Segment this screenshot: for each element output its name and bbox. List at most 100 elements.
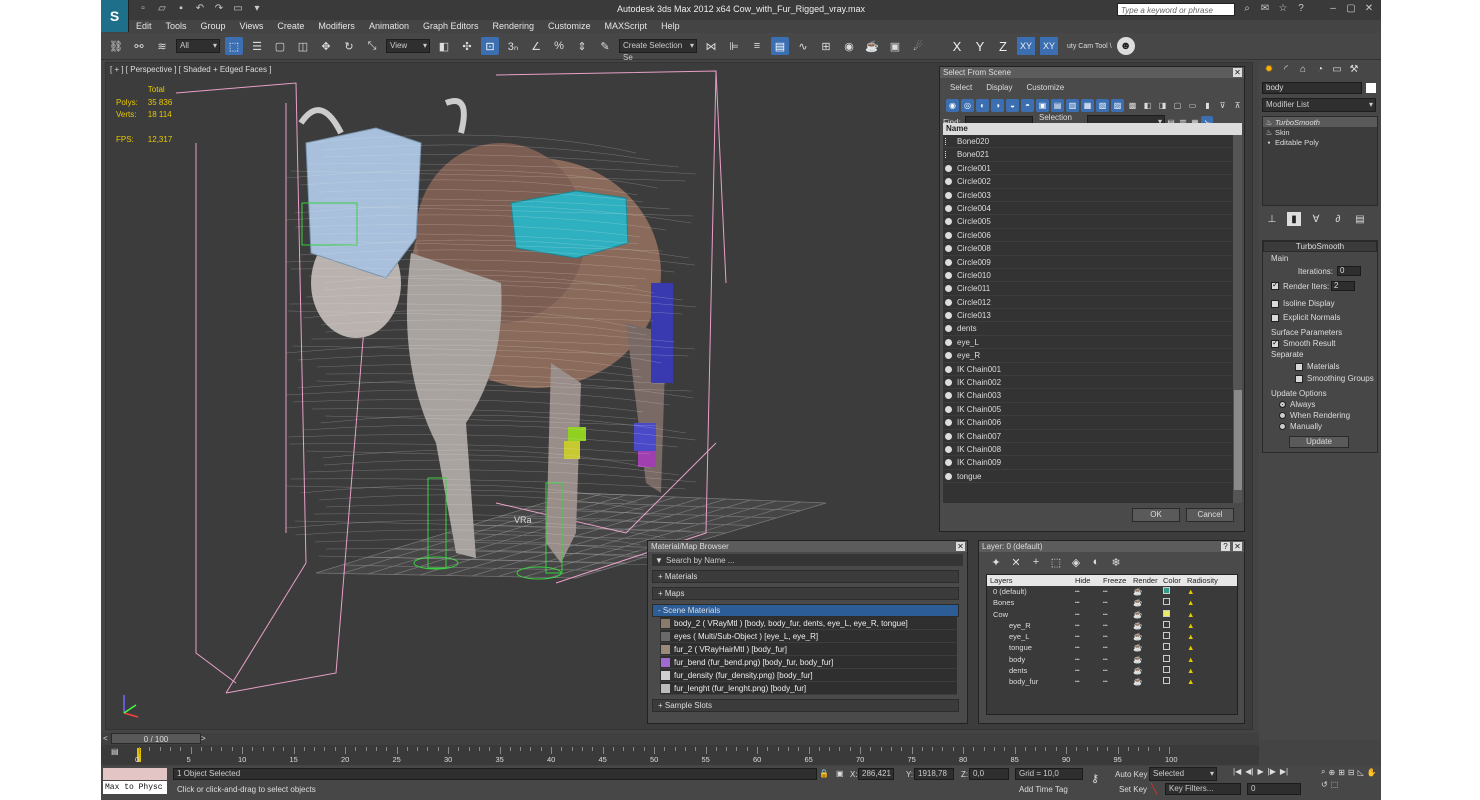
new-file-icon[interactable]: ▫ [137, 3, 149, 15]
scene-list-item[interactable]: tongue [943, 470, 1242, 484]
layer-row[interactable]: dents ┅ ┅ ☕ ▲ [987, 665, 1237, 676]
freeze-toggle[interactable]: ┅ [1103, 642, 1133, 653]
radiosity-icon[interactable]: ▲ [1187, 586, 1223, 597]
radiosity-icon[interactable]: ▲ [1187, 676, 1223, 687]
render-toggle-icon[interactable]: ☕ [1133, 642, 1163, 653]
stack-item-turbosmooth[interactable]: ♨ TurboSmooth [1263, 117, 1377, 127]
scene-list-item[interactable]: IK Chain009 [943, 456, 1242, 470]
create-tab-icon[interactable]: ✹ [1262, 62, 1276, 76]
freeze-all-icon[interactable]: ❄ [1109, 555, 1123, 569]
favorites-icon[interactable]: ☆ [1277, 3, 1289, 15]
scene-material-item[interactable]: fur_2 ( VRayHairMtl ) [body_fur] [660, 643, 957, 656]
add-to-layer-icon[interactable]: + [1029, 555, 1043, 569]
ok-button[interactable]: OK [1132, 508, 1180, 522]
project-folder-icon[interactable]: ▭ [232, 3, 244, 15]
layer-manager-icon[interactable]: ≡ [748, 37, 766, 55]
radiosity-icon[interactable]: ▲ [1187, 620, 1223, 631]
time-slider-thumb[interactable]: 0 / 100 [111, 733, 201, 744]
filter-type-icon[interactable]: ◓ [1021, 98, 1034, 112]
scene-list-item[interactable]: eye_R [943, 349, 1242, 363]
scene-list-item[interactable]: IK Chain001 [943, 363, 1242, 377]
pin-stack-icon[interactable]: ⊥ [1265, 212, 1279, 226]
graphite-ribbon-icon[interactable]: ▤ [771, 37, 789, 55]
filter-type-icon[interactable]: ⊽ [1216, 99, 1229, 112]
scene-list-item[interactable]: Circle009 [943, 256, 1242, 269]
maxscript-listener-pink[interactable] [103, 768, 167, 780]
close-icon[interactable]: ✕ [1233, 68, 1242, 77]
orbit-icon[interactable]: ↺ [1321, 780, 1328, 789]
axis-y-button[interactable]: Y [971, 37, 989, 55]
layer-row[interactable]: Bones ┅ ┅ ☕ ▲ [987, 597, 1237, 608]
layer-color-swatch[interactable] [1163, 587, 1170, 594]
schematic-view-icon[interactable]: ⊞ [817, 37, 835, 55]
menu-graph-editors[interactable]: Graph Editors [416, 21, 486, 31]
select-in-layer-icon[interactable]: ⬚ [1049, 555, 1063, 569]
layer-row[interactable]: Cow ┅ ┅ ☕ ▲ [987, 609, 1237, 620]
stack-item-skin[interactable]: ♨ Skin [1263, 127, 1377, 137]
percent-snap-icon[interactable]: % [550, 37, 568, 55]
filter-type-icon[interactable]: ◑ [991, 98, 1004, 112]
scene-list-item[interactable]: Circle010 [943, 269, 1242, 283]
axis-z-button[interactable]: Z [994, 37, 1012, 55]
sfs-menu-select[interactable]: Select [950, 83, 972, 92]
z-coordinate-field[interactable]: 0,0 [969, 768, 1009, 780]
filter-type-icon[interactable]: ▣ [1036, 98, 1049, 112]
axis-xy-button[interactable]: XY [1017, 37, 1035, 55]
rendered-frame-icon[interactable]: ▣ [886, 37, 904, 55]
material-editor-icon[interactable]: ◉ [840, 37, 858, 55]
minimize-icon[interactable]: – [1327, 3, 1339, 15]
scrollbar-thumb[interactable] [1234, 390, 1242, 490]
render-production-icon[interactable]: ☄ [909, 37, 927, 55]
current-frame-field[interactable]: 0 [1247, 783, 1301, 795]
menu-tools[interactable]: Tools [159, 21, 194, 31]
curve-editor-icon[interactable]: ∿ [794, 37, 812, 55]
menu-create[interactable]: Create [270, 21, 311, 31]
scene-list-item[interactable]: Circle002 [943, 175, 1242, 189]
named-selection-set-dropdown[interactable]: Create Selection Se [619, 39, 697, 62]
object-name-field[interactable]: body [1262, 82, 1362, 94]
quick-access-dropdown-icon[interactable]: ▾ [251, 3, 263, 15]
menu-views[interactable]: Views [233, 21, 271, 31]
radiosity-icon[interactable]: ▲ [1187, 609, 1223, 620]
scene-list-item[interactable]: Circle004 [943, 202, 1242, 216]
layer-color-swatch[interactable] [1163, 609, 1170, 617]
hide-toggle[interactable]: ┅ [1075, 597, 1103, 608]
smoothing-groups-checkbox[interactable] [1295, 374, 1303, 383]
zoom-icon[interactable]: ⌕ [1321, 767, 1325, 777]
filter-type-icon[interactable]: ◐ [976, 98, 989, 112]
filter-type-icon[interactable]: ◧ [1141, 99, 1154, 112]
next-frame-icon[interactable]: |▶ [1268, 767, 1276, 776]
lightbulb-icon[interactable]: ♨ [1263, 118, 1275, 127]
mmb-search-input[interactable]: Search by Name ... [666, 556, 734, 565]
update-button[interactable]: Update [1289, 436, 1349, 448]
utilities-tab-icon[interactable]: ⚒ [1347, 62, 1361, 76]
scene-list-item[interactable]: Circle003 [943, 189, 1242, 202]
when-rendering-radio[interactable] [1279, 412, 1286, 419]
filter-type-icon[interactable]: ▢ [1171, 99, 1184, 112]
scene-list-item[interactable]: dents [943, 322, 1242, 336]
cancel-button[interactable]: Cancel [1186, 508, 1234, 522]
axis-xy-cycle-button[interactable]: XY [1040, 37, 1058, 55]
delete-layer-icon[interactable]: ✕ [1009, 555, 1023, 569]
key-filters-button[interactable]: Key Filters... [1165, 783, 1241, 795]
display-tab-icon[interactable]: ▭ [1330, 62, 1344, 76]
iterations-spinner[interactable]: 0 [1337, 266, 1361, 276]
pivot-center-icon[interactable]: ◧ [435, 37, 453, 55]
key-selection-dropdown[interactable]: Selected [1149, 767, 1217, 781]
scene-list-item[interactable]: IK Chain006 [943, 416, 1242, 430]
always-radio[interactable] [1279, 401, 1286, 408]
scene-list-item[interactable]: IK Chain003 [943, 389, 1242, 403]
layer-row[interactable]: 0 (default) ┅ ┅ ☕ ▲ [987, 586, 1237, 597]
scene-list-item[interactable]: Circle008 [943, 242, 1242, 256]
maxscript-mini-listener[interactable]: Max to Physc [103, 781, 167, 794]
scene-list-item[interactable]: Circle001 [943, 162, 1242, 176]
axis-x-button[interactable]: X [948, 37, 966, 55]
window-crossing-icon[interactable]: ◫ [294, 37, 312, 55]
rotate-icon[interactable]: ↻ [340, 37, 358, 55]
menu-help[interactable]: Help [654, 21, 687, 31]
remove-modifier-icon[interactable]: ∂ [1331, 212, 1345, 226]
filter-type-icon[interactable]: ◨ [1156, 99, 1169, 112]
render-iters-spinner[interactable]: 2 [1331, 281, 1355, 291]
render-toggle-icon[interactable]: ☕ [1133, 586, 1163, 597]
viewport-label[interactable]: [ + ] [ Perspective ] [ Shaded + Edged F… [110, 65, 271, 74]
